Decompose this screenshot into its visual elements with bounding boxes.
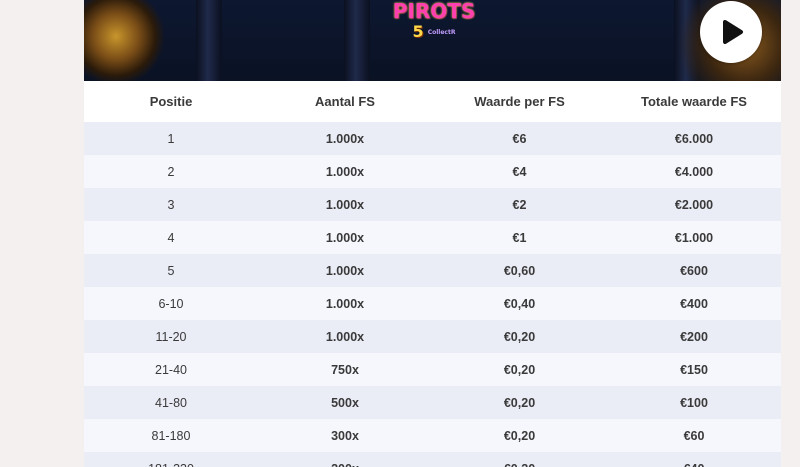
cell-positie: 4 xyxy=(84,221,258,254)
cell-totale-waarde: €40 xyxy=(607,452,781,467)
cell-positie: 3 xyxy=(84,188,258,221)
cell-aantal-fs: 1.000x xyxy=(258,221,432,254)
cell-waarde-per-fs: €0,20 xyxy=(432,320,607,353)
prize-table-container: Positie Aantal FS Waarde per FS Totale w… xyxy=(84,81,781,467)
cell-aantal-fs: 300x xyxy=(258,419,432,452)
cell-totale-waarde: €6.000 xyxy=(607,122,781,155)
cell-waarde-per-fs: €1 xyxy=(432,221,607,254)
table-row: 1 1.000x €6 €6.000 xyxy=(84,122,781,155)
table-row: 181-330 200x €0,20 €40 xyxy=(84,452,781,467)
table-row: 81-180 300x €0,20 €60 xyxy=(84,419,781,452)
play-icon xyxy=(723,20,743,44)
banner-pillar xyxy=(196,0,222,81)
header-aantal-fs: Aantal FS xyxy=(258,81,432,122)
cell-positie: 41-80 xyxy=(84,386,258,419)
cell-aantal-fs: 200x xyxy=(258,452,432,467)
table-header-row: Positie Aantal FS Waarde per FS Totale w… xyxy=(84,81,781,122)
cell-aantal-fs: 1.000x xyxy=(258,155,432,188)
header-totale-waarde-fs: Totale waarde FS xyxy=(607,81,781,122)
cell-totale-waarde: €60 xyxy=(607,419,781,452)
cell-positie: 81-180 xyxy=(84,419,258,452)
cell-totale-waarde: €150 xyxy=(607,353,781,386)
cell-totale-waarde: €4.000 xyxy=(607,155,781,188)
play-button[interactable] xyxy=(700,1,762,63)
table-row: 41-80 500x €0,20 €100 xyxy=(84,386,781,419)
cell-positie: 6-10 xyxy=(84,287,258,320)
logo-title: PIROTS xyxy=(392,0,476,23)
cell-aantal-fs: 1.000x xyxy=(258,287,432,320)
cell-waarde-per-fs: €0,40 xyxy=(432,287,607,320)
header-waarde-per-fs: Waarde per FS xyxy=(432,81,607,122)
cell-aantal-fs: 750x xyxy=(258,353,432,386)
page-gutter-left xyxy=(0,0,84,467)
cell-aantal-fs: 1.000x xyxy=(258,188,432,221)
table-row: 21-40 750x €0,20 €150 xyxy=(84,353,781,386)
logo-subtext: CollectR xyxy=(427,29,456,36)
cell-totale-waarde: €200 xyxy=(607,320,781,353)
page-gutter-right xyxy=(781,0,800,467)
cell-positie: 181-330 xyxy=(84,452,258,467)
cell-aantal-fs: 500x xyxy=(258,386,432,419)
cell-waarde-per-fs: €2 xyxy=(432,188,607,221)
table-row: 5 1.000x €0,60 €600 xyxy=(84,254,781,287)
table-row: 2 1.000x €4 €4.000 xyxy=(84,155,781,188)
table-row: 4 1.000x €1 €1.000 xyxy=(84,221,781,254)
banner-pillar xyxy=(344,0,370,81)
cell-waarde-per-fs: €0,20 xyxy=(432,419,607,452)
cell-aantal-fs: 1.000x xyxy=(258,254,432,287)
cell-positie: 21-40 xyxy=(84,353,258,386)
cell-positie: 2 xyxy=(84,155,258,188)
banner-art-left xyxy=(84,0,164,81)
cell-waarde-per-fs: €0,20 xyxy=(432,452,607,467)
cell-positie: 5 xyxy=(84,254,258,287)
cell-waarde-per-fs: €0,20 xyxy=(432,353,607,386)
cell-positie: 1 xyxy=(84,122,258,155)
cell-aantal-fs: 1.000x xyxy=(258,320,432,353)
cell-aantal-fs: 1.000x xyxy=(258,122,432,155)
prize-table: Positie Aantal FS Waarde per FS Totale w… xyxy=(84,81,781,467)
cell-totale-waarde: €1.000 xyxy=(607,221,781,254)
cell-waarde-per-fs: €4 xyxy=(432,155,607,188)
cell-waarde-per-fs: €0,20 xyxy=(432,386,607,419)
cell-totale-waarde: €400 xyxy=(607,287,781,320)
cell-totale-waarde: €100 xyxy=(607,386,781,419)
cell-positie: 11-20 xyxy=(84,320,258,353)
game-banner: PIROTS 5 CollectR xyxy=(84,0,781,81)
table-row: 3 1.000x €2 €2.000 xyxy=(84,188,781,221)
logo-number: 5 xyxy=(412,22,424,41)
cell-waarde-per-fs: €0,60 xyxy=(432,254,607,287)
cell-totale-waarde: €2.000 xyxy=(607,188,781,221)
cell-totale-waarde: €600 xyxy=(607,254,781,287)
table-row: 11-20 1.000x €0,20 €200 xyxy=(84,320,781,353)
header-positie: Positie xyxy=(84,81,258,122)
game-logo: PIROTS 5 CollectR xyxy=(389,0,479,46)
cell-waarde-per-fs: €6 xyxy=(432,122,607,155)
table-row: 6-10 1.000x €0,40 €400 xyxy=(84,287,781,320)
